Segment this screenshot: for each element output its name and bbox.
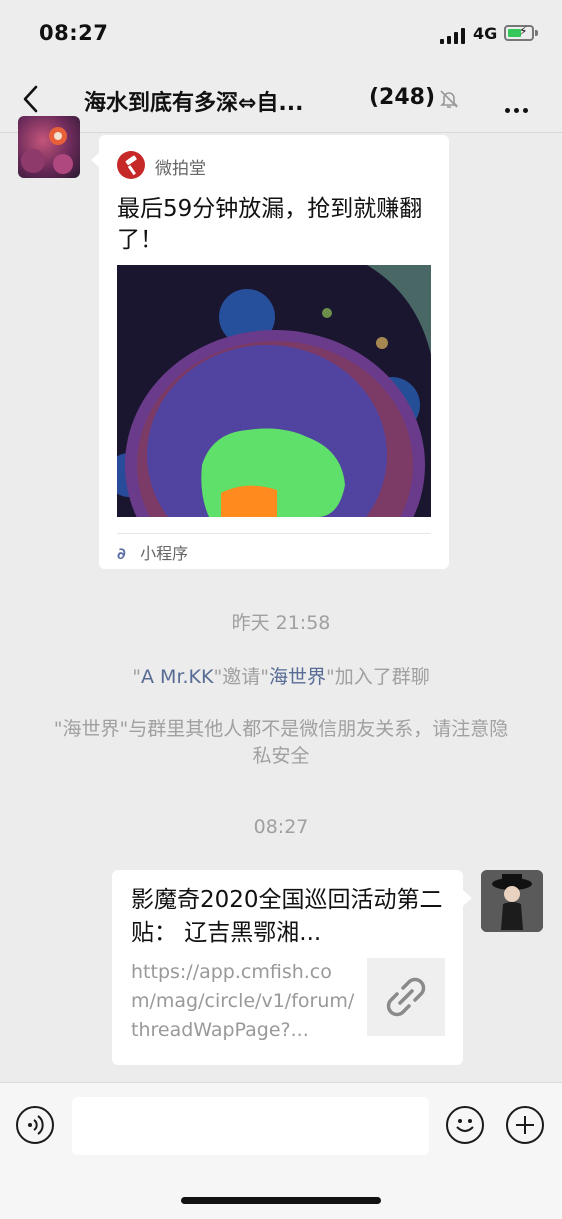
privacy-notice: "海世界"与群里其他人都不是微信朋友关系，请注意隐私安全 [53,718,509,767]
link-url: https://app.cmfish.com/mag/circle/v1/for… [131,961,355,1041]
mute-bell-icon [438,88,460,110]
battery-icon: ⚡ [504,24,534,41]
message-input[interactable] [72,1097,429,1155]
weipaitang-logo-icon [117,151,145,179]
mini-program-card[interactable]: 微拍堂 最后59分钟放漏，抢到就赚翻了！ ∂ 小程序 [99,135,449,569]
timestamp: 昨天 21:58 [231,612,331,634]
link-icon [386,977,426,1017]
coral-photo [117,265,431,517]
mini-program-title: 最后59分钟放漏，抢到就赚翻了！ [117,196,423,253]
timestamp: 08:27 [253,816,309,838]
back-button[interactable] [20,84,44,114]
mini-program-tag: 小程序 [140,544,189,563]
invitee-name[interactable]: 海世界 [269,666,326,688]
network-type: 4G [473,24,498,43]
chat-header: 海水到底有多深⇔自... (248) [0,68,562,133]
more-functions-button[interactable] [506,1106,544,1144]
my-avatar[interactable] [481,870,543,932]
link-thumbnail [367,958,445,1036]
mini-program-link-icon: ∂ [117,544,126,563]
more-options-button[interactable] [505,98,532,117]
signal-strength-icon [440,28,466,44]
chat-title: 海水到底有多深⇔自... [84,91,304,116]
status-time: 08:27 [39,21,109,45]
emoji-button[interactable] [446,1106,484,1144]
status-bar: 08:27 4G ⚡ [0,0,562,68]
smile-icon [456,1119,474,1132]
link-title: 影魔奇2020全国巡回活动第二贴： 辽吉黑鄂湘... [131,887,443,946]
inviter-name[interactable]: A Mr.KK [141,666,213,688]
invite-notice: "A Mr.KK"邀请"海世界"加入了群聊 [132,666,430,688]
voice-input-button[interactable] [16,1106,54,1144]
mini-program-name: 微拍堂 [155,159,206,179]
plus-icon [516,1116,534,1134]
home-indicator[interactable] [181,1197,381,1204]
link-message[interactable]: 影魔奇2020全国巡回活动第二贴： 辽吉黑鄂湘... https://app.c… [112,870,463,1065]
member-count: (248) [369,85,436,110]
chevron-left-icon [23,85,38,113]
voice-icon [28,1115,44,1135]
sender-avatar[interactable] [18,116,80,178]
